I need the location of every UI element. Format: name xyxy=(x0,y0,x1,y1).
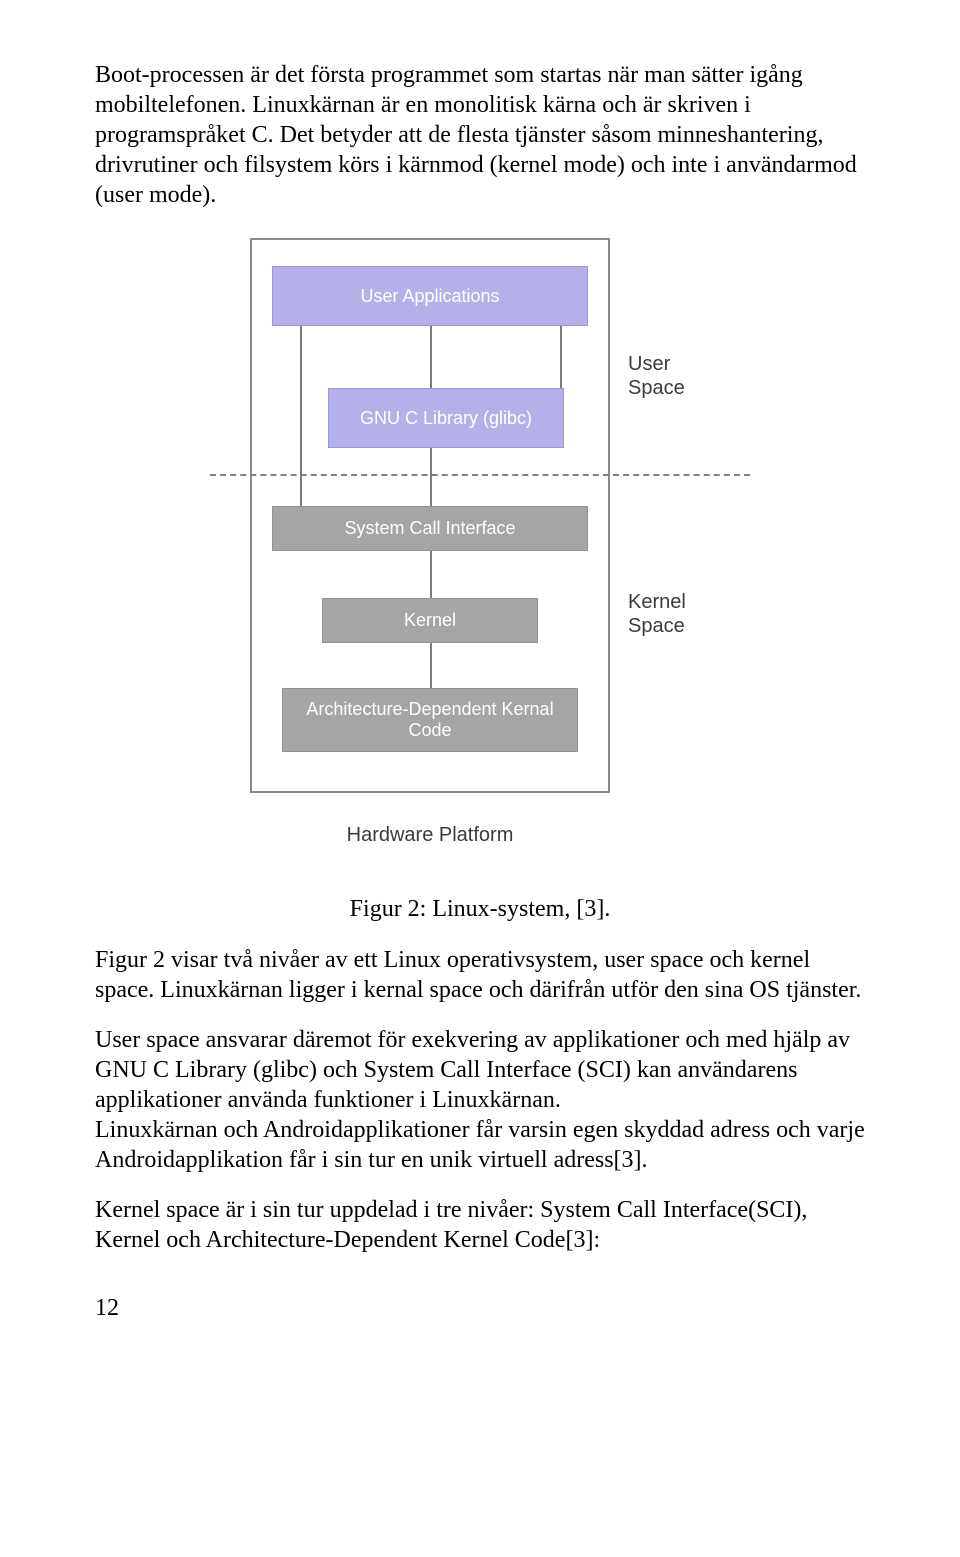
paragraph-4: Linuxkärnan och Androidapplikationer får… xyxy=(95,1115,865,1175)
block-arch-dependent-code: Architecture-Dependent Kernal Code xyxy=(282,688,578,752)
connector-line xyxy=(560,326,562,388)
block-label: Kernel xyxy=(404,610,456,631)
label-line2: Space xyxy=(628,377,685,399)
block-label: System Call Interface xyxy=(344,518,515,539)
user-space-label: User Space xyxy=(628,352,685,400)
hardware-platform-label: Hardware Platform xyxy=(250,824,610,847)
diagram-canvas: User Applications GNU C Library (glibc) … xyxy=(210,238,750,878)
block-user-applications: User Applications xyxy=(272,266,588,326)
block-system-call-interface: System Call Interface xyxy=(272,506,588,551)
paragraph-5: Kernel space är i sin tur uppdelad i tre… xyxy=(95,1195,865,1255)
connector-line xyxy=(430,448,432,506)
connector-line xyxy=(430,643,432,688)
block-kernel: Kernel xyxy=(322,598,538,643)
connector-line xyxy=(300,326,302,506)
paragraph-3: User space ansvarar däremot för exekveri… xyxy=(95,1025,865,1115)
label-line2: Space xyxy=(628,615,685,637)
paragraph-1: Boot-processen är det första programmet … xyxy=(95,60,865,210)
block-label-line1: Architecture-Dependent Kernal xyxy=(306,699,553,719)
label-line1: Kernel xyxy=(628,591,686,613)
block-label-line2: Code xyxy=(408,720,451,740)
user-kernel-divider xyxy=(210,474,750,476)
document-page: Boot-processen är det första programmet … xyxy=(0,0,960,1362)
paragraph-2: Figur 2 visar två nivåer av ett Linux op… xyxy=(95,945,865,1005)
block-label: GNU C Library (glibc) xyxy=(360,408,532,429)
figure-caption: Figur 2: Linux-system, [3]. xyxy=(95,896,865,923)
block-glibc: GNU C Library (glibc) xyxy=(328,388,564,448)
block-label: User Applications xyxy=(360,286,499,307)
figure-2: User Applications GNU C Library (glibc) … xyxy=(210,238,750,878)
block-label: Architecture-Dependent Kernal Code xyxy=(306,699,553,740)
kernel-space-label: Kernel Space xyxy=(628,590,686,638)
label-line1: User xyxy=(628,353,670,375)
connector-line xyxy=(430,551,432,598)
figure-2-container: User Applications GNU C Library (glibc) … xyxy=(95,238,865,878)
connector-line xyxy=(430,326,432,388)
page-number: 12 xyxy=(95,1295,865,1322)
